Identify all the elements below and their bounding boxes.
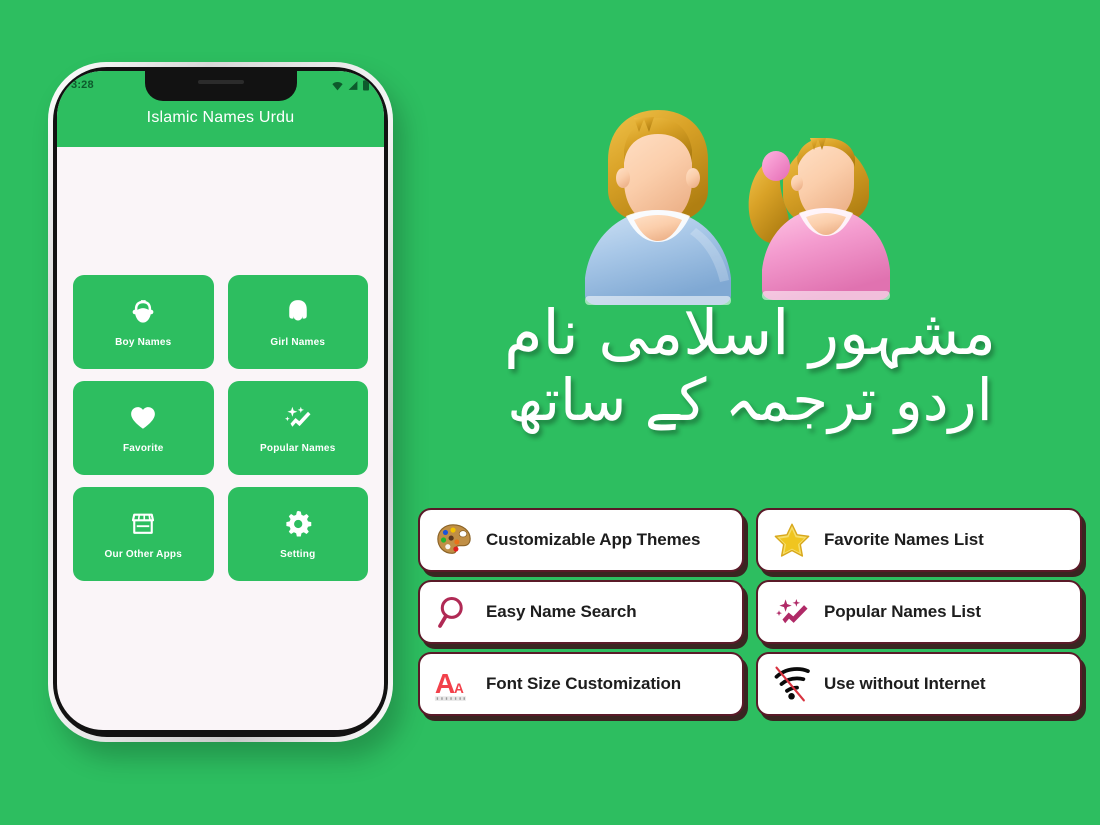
right-panel: مشہور اسلامی نام اردو ترجمہ کے ساتھ Cust… [400,0,1100,825]
tile-grid: Boy Names Girl Names Favorite Popular Na… [73,275,368,581]
feature-card-easy-name-search[interactable]: Easy Name Search [418,580,744,644]
heart-icon [131,406,156,429]
girl-face-icon [289,299,307,320]
star-icon [772,520,812,560]
wifi-off-icon [772,664,812,704]
storefront-icon [132,513,155,534]
two-user-avatars-illustration [585,110,890,305]
urdu-headline-line2: اردو ترجمہ کے ساتھ [507,366,993,435]
feature-label: Easy Name Search [486,602,637,621]
tile-girl-names[interactable]: Girl Names [227,275,368,369]
feature-card-popular-names-list[interactable]: Popular Names List [756,580,1082,644]
feature-label: Favorite Names List [824,530,984,549]
phone-screen: 3:28 Islamic Names Urdu Boy Names Girl N… [57,71,384,730]
female-avatar [748,138,890,300]
svg-text:A: A [454,681,464,696]
tile-popular-names[interactable]: Popular Names [227,381,368,475]
feature-label: Font Size Customization [486,674,682,693]
feature-card-favorite-names-list[interactable]: Favorite Names List [756,508,1082,572]
status-icon-group [331,79,370,91]
tile-label: Popular Names [260,442,336,454]
tile-favorite[interactable]: Favorite [73,381,214,475]
tile-our-other-apps[interactable]: Our Other Apps [73,487,214,581]
feature-label: Use without Internet [824,674,986,693]
feature-card-use-without-internet[interactable]: Use without Internet [756,652,1082,716]
urdu-headline-line1: مشہور اسلامی نام [504,296,996,369]
feature-label: Customizable App Themes [486,530,701,549]
phone-mockup: 3:28 Islamic Names Urdu Boy Names Girl N… [48,62,393,742]
feature-label: Popular Names List [824,602,981,621]
app-title: Islamic Names Urdu [146,109,295,126]
paint-palette-icon [434,520,474,560]
app-bar: 3:28 Islamic Names Urdu [57,71,384,147]
feature-grid: Customizable App Themes Favorite Names L… [418,508,1082,716]
magnifier-icon [434,592,474,632]
battery-icon [363,79,369,91]
sparkle-trend-icon [284,406,311,427]
tile-setting[interactable]: Setting [227,487,368,581]
feature-card-customizable-app-themes[interactable]: Customizable App Themes [418,508,744,572]
app-content: Boy Names Girl Names Favorite Popular Na… [57,147,384,581]
tile-boy-names[interactable]: Boy Names [73,275,214,369]
boy-face-icon [132,299,154,323]
tile-label: Our Other Apps [104,548,182,560]
tile-label: Favorite [122,442,164,454]
earpiece-speaker [197,80,244,84]
wifi-icon [332,81,343,90]
status-time: 3:28 [71,79,94,91]
feature-card-font-size-customization[interactable]: A A Font Size Customization [418,652,744,716]
tile-label: Setting [280,548,316,560]
tile-label: Boy Names [115,336,172,348]
tile-label: Girl Names [270,336,326,348]
male-avatar [585,110,731,305]
font-size-icon: A A [434,664,474,704]
gear-icon [286,510,311,536]
phone-notch [144,71,297,101]
sparkle-trend-icon [772,592,812,632]
signal-icon [348,80,358,90]
urdu-headline: مشہور اسلامی نام اردو ترجمہ کے ساتھ [400,300,1100,434]
svg-text:A: A [435,667,455,699]
